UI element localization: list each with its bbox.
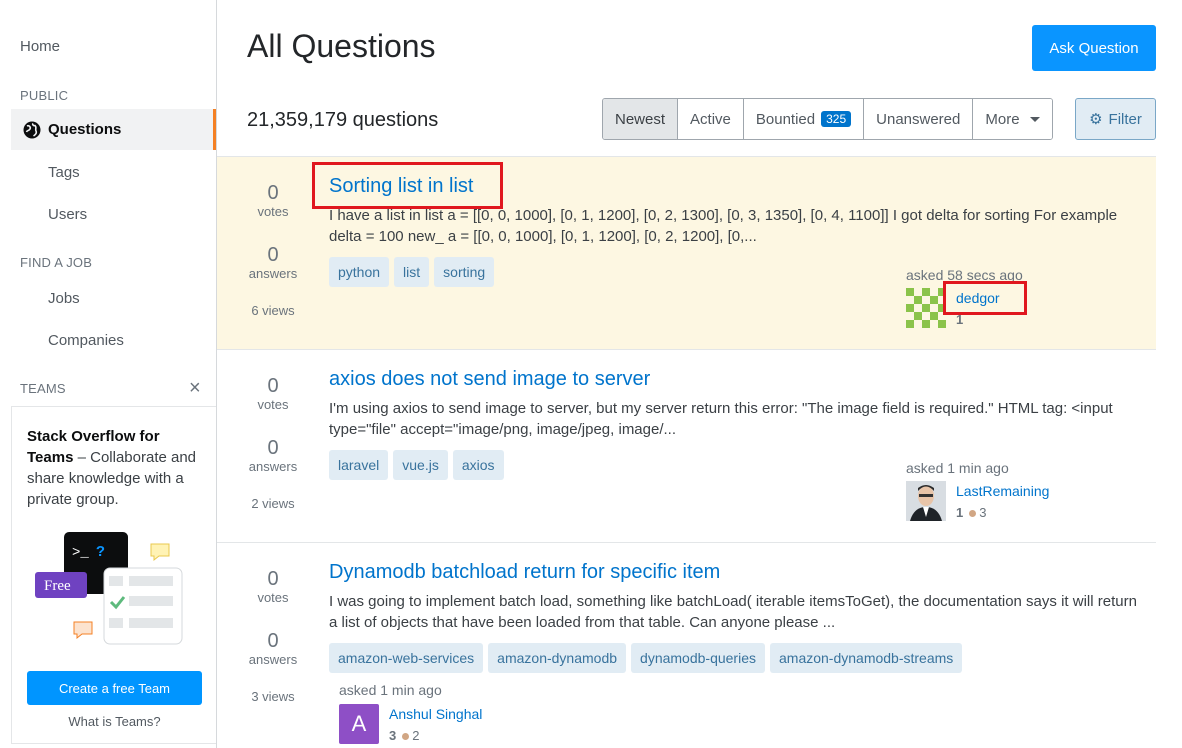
tab-bountied-label: Bountied [755, 110, 816, 128]
user-avatar[interactable]: A [339, 704, 379, 744]
question-title-link[interactable]: axios does not send image to server [329, 368, 650, 391]
answer-label: answers [248, 459, 298, 474]
view-count: 3 views [251, 689, 295, 704]
bronze-badge-count: 2 [412, 728, 420, 743]
tab-more[interactable]: More [972, 99, 1052, 139]
tag-list: amazon-web-services amazon-dynamodb dyna… [329, 643, 963, 673]
tag-list: laravel vue.js axios [329, 450, 504, 480]
vote-count: 0 votes [245, 375, 301, 412]
vote-label: votes [257, 590, 289, 605]
tag[interactable]: laravel [329, 450, 389, 480]
nav-users[interactable]: Users [48, 206, 87, 223]
nav-companies[interactable]: Companies [48, 332, 124, 349]
bronze-badge-icon [969, 509, 977, 517]
tab-bountied[interactable]: Bountied 325 [742, 99, 864, 139]
tag[interactable]: python [329, 257, 390, 287]
answer-number: 0 [267, 244, 279, 266]
answer-label: answers [248, 652, 298, 667]
asked-time: asked 1 min ago [339, 682, 442, 698]
ask-question-button[interactable]: Ask Question [1032, 25, 1156, 71]
identicon-avatar[interactable] [906, 288, 946, 328]
tag[interactable]: dynamodb-queries [631, 643, 765, 673]
answer-count: 0 answers [245, 630, 301, 667]
view-count: 2 views [251, 496, 295, 511]
terminal-question-mark: ? [96, 544, 105, 561]
answer-number: 0 [267, 437, 279, 459]
nav-home[interactable]: Home [20, 38, 60, 55]
teams-section-label: TEAMS [20, 381, 66, 396]
globe-icon [23, 121, 41, 138]
find-job-section-label: FIND A JOB [20, 255, 93, 270]
filter-button[interactable]: ⚙ Filter [1075, 98, 1156, 140]
teams-promo-text: Stack Overflow for Teams – Collaborate a… [27, 426, 207, 510]
reputation-score: 1 [956, 505, 964, 520]
asked-time: asked 1 min ago [906, 460, 1009, 476]
vote-number: 0 [267, 568, 279, 590]
nav-questions[interactable]: Questions [11, 109, 216, 150]
question-title-link[interactable]: Dynamodb batchload return for specific i… [329, 561, 720, 584]
tag[interactable]: amazon-dynamodb-streams [770, 643, 963, 673]
page-title: All Questions [247, 28, 436, 64]
tag[interactable]: sorting [434, 257, 495, 287]
view-count: 6 views [251, 303, 295, 318]
answer-number: 0 [267, 630, 279, 652]
question-summary: 0 votes 0 answers 6 views Sorting list i… [217, 156, 1156, 349]
vote-count: 0 votes [245, 568, 301, 605]
sort-tabs: Newest Active Bountied 325 Unanswered Mo… [602, 98, 1053, 140]
teams-promo: Stack Overflow for Teams – Collaborate a… [11, 406, 216, 744]
vote-label: votes [257, 204, 289, 219]
reputation-score: 1 [956, 312, 964, 327]
nav-questions-label: Questions [48, 121, 122, 138]
what-is-teams-link[interactable]: What is Teams? [12, 714, 217, 729]
annotation-highlight-box [943, 281, 1027, 315]
tag[interactable]: amazon-web-services [329, 643, 484, 673]
bronze-badge-count: 3 [979, 505, 987, 520]
free-badge: Free [44, 578, 71, 594]
vote-number: 0 [267, 375, 279, 397]
nav-tags[interactable]: Tags [48, 164, 80, 181]
user-name-link[interactable]: LastRemaining [956, 483, 1049, 499]
caret-down-icon [1029, 116, 1040, 122]
terminal-prompt: >_ [72, 545, 89, 561]
close-icon[interactable]: × [189, 378, 201, 398]
vote-count: 0 votes [245, 182, 301, 219]
question-excerpt: I have a list in list a = [[0, 0, 1000],… [329, 207, 1118, 245]
vote-number: 0 [267, 182, 279, 204]
user-name-link[interactable]: Anshul Singhal [389, 706, 482, 722]
vote-label: votes [257, 397, 289, 412]
teams-promo-dash: – [73, 449, 91, 466]
nav-jobs[interactable]: Jobs [48, 290, 80, 307]
question-summary: 0 votes 0 answers 3 views Dynamodb batch… [217, 542, 1156, 748]
user-reputation: 32 [389, 728, 419, 743]
question-summary: 0 votes 0 answers 2 views axios does not… [217, 349, 1156, 542]
left-sidebar: Home PUBLIC Questions Tags Users FIND A … [0, 0, 217, 748]
filter-button-label: Filter [1108, 110, 1142, 128]
tab-newest[interactable]: Newest [603, 99, 678, 139]
tab-unanswered[interactable]: Unanswered [863, 99, 973, 139]
user-reputation: 1 [956, 312, 963, 327]
tab-active[interactable]: Active [677, 99, 743, 139]
question-excerpt: I'm using axios to send image to server,… [329, 400, 1113, 438]
reputation-score: 3 [389, 728, 397, 743]
question-count: 21,359,179 questions [247, 109, 439, 131]
bounty-count-badge: 325 [821, 111, 852, 127]
tab-more-label: More [985, 110, 1020, 128]
tag[interactable]: amazon-dynamodb [488, 643, 627, 673]
tag[interactable]: vue.js [393, 450, 448, 480]
gear-icon: ⚙ [1089, 111, 1103, 128]
user-avatar[interactable] [906, 481, 946, 521]
user-reputation: 13 [956, 505, 986, 520]
answer-count: 0 answers [245, 244, 301, 281]
question-excerpt: I was going to implement batch load, som… [329, 593, 1137, 631]
answer-label: answers [248, 266, 298, 281]
public-section-label: PUBLIC [20, 88, 69, 103]
tag-list: python list sorting [329, 257, 495, 287]
create-team-button[interactable]: Create a free Team [27, 671, 202, 705]
bronze-badge-icon [402, 732, 410, 740]
tag[interactable]: list [394, 257, 430, 287]
answer-count: 0 answers [245, 437, 301, 474]
annotation-highlight-box [312, 162, 503, 209]
tag[interactable]: axios [452, 450, 504, 480]
teams-illustration: >_ ? Free [35, 532, 183, 645]
